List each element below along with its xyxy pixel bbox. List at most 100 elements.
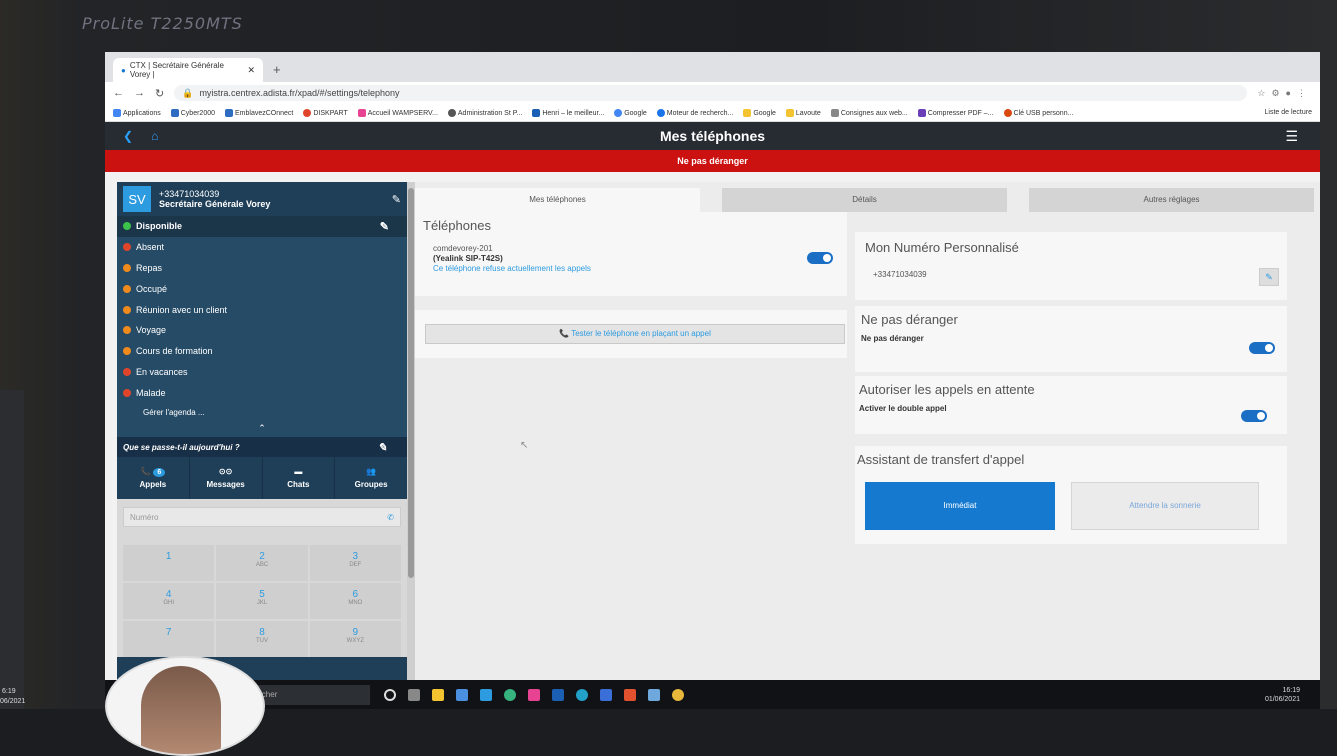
scrollbar-thumb[interactable] (408, 188, 414, 578)
today-status-field[interactable]: Que se passe-t-il aujourd'hui ? ✎ (117, 437, 407, 458)
browser-tab[interactable]: ● CTX | Secrétaire Générale Vorey | ✕ (113, 58, 263, 82)
status-item-absent[interactable]: Absent (117, 237, 407, 258)
manage-agenda-link[interactable]: Gérer l'agenda ... (117, 403, 407, 423)
reload-icon[interactable]: ↻ (155, 87, 164, 100)
collapse-chevron-up-icon[interactable]: ⌃ (117, 423, 407, 437)
person-face (141, 666, 221, 754)
device-status[interactable]: Ce téléphone refuse actuellement les app… (433, 264, 591, 273)
hamburger-menu-icon[interactable]: ☰ (1285, 128, 1298, 145)
status-item-formation[interactable]: Cours de formation (117, 341, 407, 362)
folder-icon (785, 108, 794, 117)
status-item-occupe[interactable]: Occupé (117, 278, 407, 299)
bookmark-item[interactable]: Google (743, 108, 776, 117)
key-5[interactable]: 5 JKL (216, 583, 308, 620)
status-item-voyage[interactable]: Voyage (117, 320, 407, 341)
bookmark-item[interactable]: Clé USB personn... (1003, 108, 1073, 117)
key-6[interactable]: 6 MNO (309, 583, 401, 620)
url-field[interactable]: 🔒 myistra.centrex.adista.fr/xpad/#/setti… (174, 85, 1248, 101)
bookmark-item[interactable]: Consignes aux web... (830, 108, 908, 117)
bookmark-item[interactable]: Cyber2000 (170, 108, 215, 117)
key-8[interactable]: 8 TUV (216, 621, 308, 658)
tab-other-settings[interactable]: Autres réglages (1029, 188, 1314, 212)
bookmark-item[interactable]: Applications (113, 108, 161, 117)
edit-number-button[interactable]: ✎ (1259, 268, 1279, 286)
calendar-icon[interactable] (528, 688, 540, 701)
key-9[interactable]: 9 WXYZ (309, 621, 401, 658)
group-icon: 👥 (366, 467, 377, 477)
tab-groups[interactable]: 👥 Groupes (335, 457, 407, 499)
bookmark-item[interactable]: EmblavezCOnnect (225, 108, 293, 117)
key-number: 6 (352, 589, 359, 601)
status-item-reunion[interactable]: Réunion avec un client (117, 299, 407, 320)
bookmark-icon (447, 108, 456, 117)
system-tray[interactable]: 16:19 01/06/2021 (1265, 686, 1300, 704)
wait-ring-button[interactable]: Attendre la sonnerie (1071, 482, 1259, 530)
bookmark-item[interactable]: Compresser PDF –... (917, 108, 994, 117)
edit-today-pencil-icon[interactable]: ✎ (378, 441, 387, 454)
mail-icon[interactable] (480, 688, 492, 701)
tab-my-phones[interactable]: Mes téléphones (415, 188, 700, 212)
bookmark-item[interactable]: Administration St P... (447, 108, 523, 117)
key-7[interactable]: 7 (123, 621, 215, 658)
key-4[interactable]: 4 GHI (123, 583, 215, 620)
explorer-icon[interactable] (432, 688, 444, 701)
store-icon[interactable] (456, 688, 468, 701)
app-icon[interactable] (552, 688, 564, 701)
bookmark-label: Moteur de recherch... (666, 109, 734, 117)
tab-messages[interactable]: ⊙⊙ Messages (190, 457, 263, 500)
reading-list[interactable]: Liste de lecture (1265, 109, 1312, 116)
key-3[interactable]: 3 DEF (309, 545, 401, 582)
bookmark-label: Accueil WAMPSERV... (367, 109, 438, 117)
key-1[interactable]: 1 (123, 545, 215, 582)
test-phone-button[interactable]: 📞 Tester le téléphone en plaçant un appe… (425, 324, 845, 344)
status-item-disponible[interactable]: Disponible ✎ (117, 216, 407, 237)
chrome-icon[interactable] (672, 688, 684, 701)
key-letters: TUV (255, 638, 268, 645)
app-icon[interactable] (600, 688, 612, 701)
immediate-transfer-button[interactable]: Immédiat (865, 482, 1055, 530)
bookmark-label: DISKPART (313, 109, 348, 117)
dnd-toggle[interactable] (1249, 342, 1275, 354)
bookmark-item[interactable]: Henri – le meilleur... (532, 108, 604, 117)
call-waiting-card: Autoriser les appels en attente Activer … (855, 376, 1287, 434)
bookmark-item[interactable]: Moteur de recherch... (656, 108, 734, 117)
task-view-icon[interactable] (408, 688, 420, 701)
status-item-malade[interactable]: Malade (117, 382, 407, 403)
bookmark-item[interactable]: Lavoute (785, 108, 821, 117)
tab-label: Chats (287, 480, 310, 490)
bookmark-label: Administration St P... (457, 109, 523, 117)
number-placeholder: Numéro (130, 512, 159, 522)
tab-chats[interactable]: ▬ Chats (263, 457, 336, 500)
lock-icon: 🔒 (182, 87, 194, 98)
key-letters: JKL (256, 600, 268, 607)
cortana-icon[interactable] (384, 688, 396, 701)
edge-new-icon[interactable] (576, 688, 588, 701)
call-waiting-toggle[interactable] (1241, 410, 1267, 422)
key-2[interactable]: 2 ABC (216, 545, 308, 582)
edit-user-pencil-icon[interactable]: ✎ (392, 193, 401, 206)
extensions-icon[interactable]: ☆⚙●⋮ (1257, 88, 1312, 99)
edit-status-pencil-icon[interactable]: ✎ (380, 220, 389, 233)
back-icon[interactable]: ← (113, 87, 124, 99)
status-dot-icon (123, 263, 131, 272)
main-content: Mes téléphones Détails Autres réglages T… (415, 182, 1320, 709)
tab-details[interactable]: Détails (722, 188, 1007, 212)
close-icon[interactable]: ✕ (247, 65, 255, 76)
tab-calls[interactable]: 📞 6 Appels (117, 457, 190, 500)
status-item-vacances[interactable]: En vacances (117, 362, 407, 383)
number-input[interactable]: Numéro ✆ (123, 507, 401, 528)
bookmark-item[interactable]: DISKPART (303, 108, 348, 117)
forward-icon[interactable]: → (134, 87, 145, 99)
bookmark-item[interactable]: Accueil WAMPSERV... (357, 108, 438, 117)
device-enabled-toggle[interactable] (807, 252, 833, 264)
sidebar-scrollbar[interactable] (407, 182, 415, 709)
app-icon[interactable] (648, 688, 660, 701)
edge-icon[interactable] (504, 688, 516, 701)
call-icon[interactable]: ✆ (387, 513, 394, 522)
new-tab-button[interactable]: + (263, 62, 291, 82)
status-item-repas[interactable]: Repas (117, 258, 407, 279)
bookmark-item[interactable]: Google (614, 108, 647, 117)
key-number: 2 (259, 551, 265, 563)
tab-title: CTX | Secrétaire Générale Vorey | (129, 61, 224, 79)
brave-icon[interactable] (624, 688, 636, 701)
